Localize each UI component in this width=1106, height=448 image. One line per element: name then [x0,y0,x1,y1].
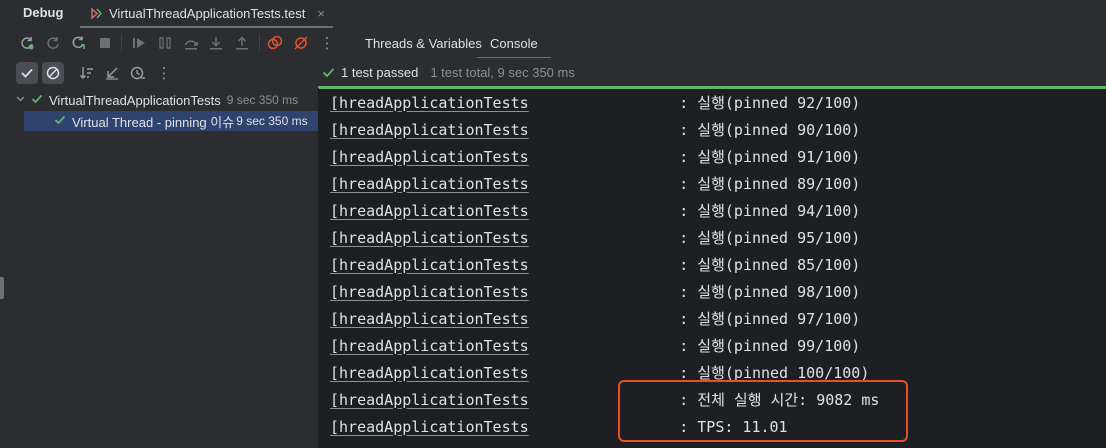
stop-icon[interactable] [96,34,114,52]
log-message: : 실행(pinned 98/100) [616,283,861,301]
log-message: : 실행(pinned 94/100) [616,202,861,220]
log-class: [hreadApplicationTests [330,174,529,193]
test-history-icon[interactable] [129,64,147,82]
tree-node-test[interactable]: Virtual Thread - pinning 이슈 9 sec 350 ms [24,111,318,131]
log-line: [hreadApplicationTests : 실행(pinned 91/10… [330,143,860,170]
more-options-icon[interactable]: ⋮ [155,64,173,82]
check-icon [31,93,43,108]
collapse-all-icon[interactable] [103,64,121,82]
log-message: : 실행(pinned 97/100) [616,310,861,328]
sort-icon[interactable] [78,64,96,82]
tree-node-label: Virtual Thread - pinning 이슈 [72,114,235,130]
toggle-auto-test-icon[interactable] [70,34,88,52]
log-message: : 실행(pinned 90/100) [616,121,861,139]
tree-node-root[interactable]: VirtualThreadApplicationTests 9 sec 350 … [16,90,298,110]
log-message: : 실행(pinned 89/100) [616,175,861,193]
log-message: : 실행(pinned 92/100) [616,94,861,112]
mute-breakpoints-icon[interactable] [292,34,310,52]
test-runner-toolbar: ⋮ 1 test passed 1 test total, 9 sec 350 … [0,58,1106,88]
log-message: : 실행(pinned 85/100) [616,256,861,274]
toolbar-divider [121,35,122,51]
view-breakpoints-icon[interactable] [266,34,284,52]
show-passed-toggle[interactable] [16,62,38,84]
test-run-icon [90,6,103,20]
log-line: [hreadApplicationTests : 실행(pinned 85/10… [330,251,860,278]
log-line: [hreadApplicationTests : 실행(pinned 90/10… [330,116,860,143]
log-class: [hreadApplicationTests [330,228,529,247]
log-class: [hreadApplicationTests [330,390,529,409]
run-config-tab[interactable]: VirtualThreadApplicationTests.test × [80,0,333,28]
log-line: [hreadApplicationTests : 실행(pinned 97/10… [330,305,860,332]
step-over-icon[interactable] [182,34,200,52]
log-message: : 실행(pinned 99/100) [616,337,861,355]
log-class: [hreadApplicationTests [330,336,529,355]
tool-window-header: Debug VirtualThreadApplicationTests.test… [0,0,1106,29]
log-class: [hreadApplicationTests [330,417,529,436]
log-class: [hreadApplicationTests [330,93,529,112]
log-message: : 실행(pinned 95/100) [616,229,861,247]
more-options-icon[interactable]: ⋮ [318,34,336,52]
log-class: [hreadApplicationTests [330,363,529,382]
test-tree-panel: VirtualThreadApplicationTests 9 sec 350 … [0,88,319,448]
log-class: [hreadApplicationTests [330,147,529,166]
log-line: [hreadApplicationTests : 실행(pinned 94/10… [330,197,860,224]
debug-title: Debug [23,5,64,20]
tree-node-label: VirtualThreadApplicationTests [49,92,221,108]
show-ignored-toggle[interactable] [42,62,64,84]
log-class: [hreadApplicationTests [330,309,529,328]
step-into-icon[interactable] [207,34,225,52]
log-class: [hreadApplicationTests [330,120,529,139]
log-message: : 실행(pinned 91/100) [616,148,861,166]
tab-console[interactable]: Console [477,36,551,59]
log-class: [hreadApplicationTests [330,255,529,274]
log-line: [hreadApplicationTests : 실행(pinned 95/10… [330,224,860,251]
pause-icon[interactable] [156,34,174,52]
check-icon [54,114,66,129]
log-class: [hreadApplicationTests [330,201,529,220]
tab-threads-variables[interactable]: Threads & Variables [365,36,482,51]
log-line: [hreadApplicationTests : 실행(pinned 99/10… [330,332,860,359]
toolbar-divider [259,35,260,51]
log-class: [hreadApplicationTests [330,282,529,301]
run-config-tab-label: VirtualThreadApplicationTests.test [109,5,306,21]
result-highlight-box [618,380,908,442]
debug-toolbar: ⋮ Threads & Variables Console [0,28,1106,59]
tests-total-text: 1 test total, 9 sec 350 ms [430,65,575,80]
check-icon [322,66,335,79]
log-line: [hreadApplicationTests : 실행(pinned 98/10… [330,278,860,305]
log-line: [hreadApplicationTests : 실행(pinned 92/10… [330,89,860,116]
side-handle[interactable] [0,277,4,299]
rerun-failed-icon[interactable] [44,34,62,52]
chevron-down-icon[interactable] [16,94,25,106]
test-status-summary: 1 test passed 1 test total, 9 sec 350 ms [322,65,575,80]
tree-node-duration: 9 sec 350 ms [226,93,299,107]
close-icon[interactable]: × [317,6,325,21]
resume-icon[interactable] [130,34,148,52]
log-line: [hreadApplicationTests : 실행(pinned 89/10… [330,170,860,197]
tree-node-duration: 9 sec 350 ms [236,114,308,128]
step-out-icon[interactable] [233,34,251,52]
tests-passed-text: 1 test passed [341,65,419,80]
rerun-icon[interactable] [18,34,36,52]
